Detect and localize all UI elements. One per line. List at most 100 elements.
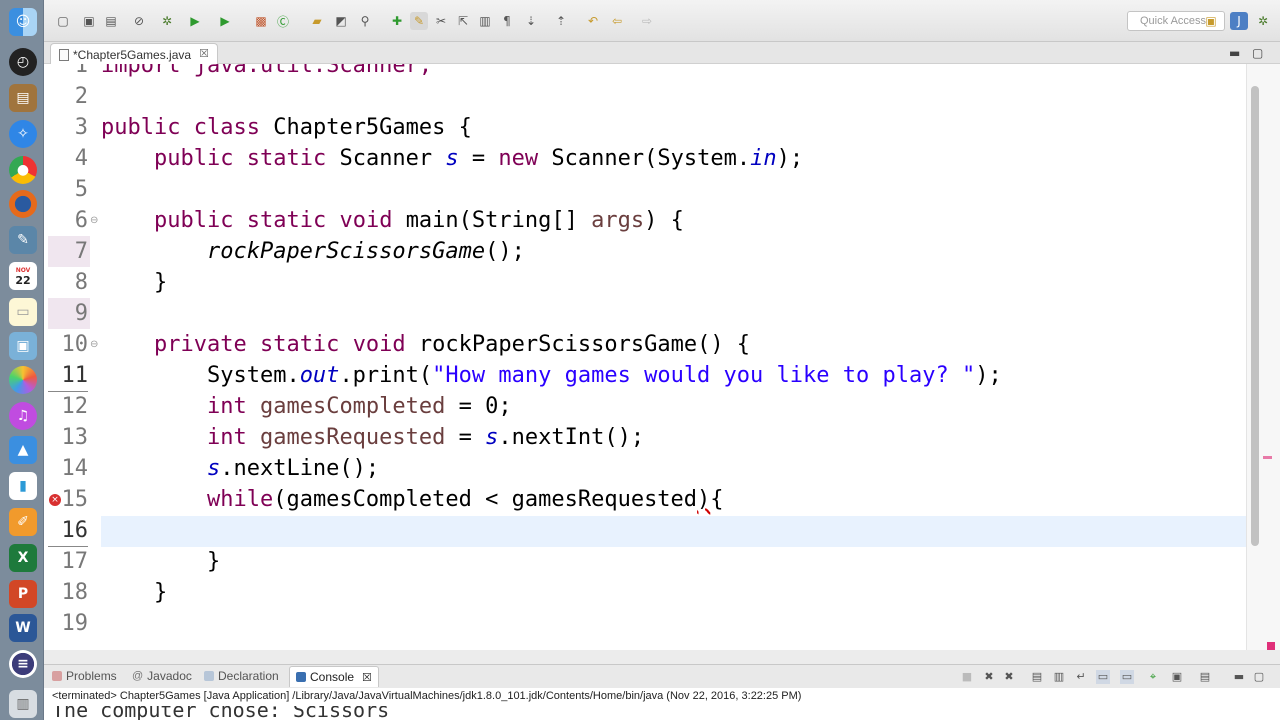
annotation-icon[interactable]: ✚	[388, 12, 406, 30]
at-icon: @	[132, 670, 144, 682]
code-line: 3 public class Chapter5Games {	[44, 112, 1256, 143]
prev-annotation-icon[interactable]: ⇡	[552, 12, 570, 30]
line-number: 4	[74, 146, 88, 171]
error-overview-box[interactable]	[1267, 642, 1275, 650]
run-icon[interactable]: ▶	[186, 12, 204, 30]
eclipse-icon[interactable]: ≡	[9, 650, 37, 678]
dock: ☺ ◴ ▤ ✧ ● ✎ NOV 22 ▭ ▣ ♫ ▲ ▮ ✐ X P W ≡ ▥	[0, 0, 44, 720]
pin-console-icon[interactable]: ⌖	[1146, 670, 1160, 684]
safari-icon[interactable]: ✧	[9, 120, 37, 148]
maximize-icon[interactable]: ▢	[1252, 670, 1266, 684]
excel-icon[interactable]: X	[9, 544, 37, 572]
code-line: 4 public static Scanner s = new Scanner(…	[44, 143, 1256, 174]
last-edit-icon[interactable]: ↶	[584, 12, 602, 30]
photo-icon[interactable]: ▣	[9, 332, 37, 360]
external-tools-icon[interactable]: ▩	[252, 12, 270, 30]
save-all-icon[interactable]: ▤	[102, 12, 120, 30]
finder-icon[interactable]: ☺	[9, 8, 37, 36]
problems-icon	[52, 671, 62, 681]
line-number: 11	[48, 360, 88, 392]
tab-javadoc[interactable]: @ Javadoc	[132, 669, 192, 683]
new-icon[interactable]: ▢	[54, 12, 72, 30]
itunes-icon[interactable]: ♫	[9, 402, 37, 430]
open-perspective-icon[interactable]: ▣	[1202, 12, 1220, 30]
search-icon[interactable]: ⚲	[356, 12, 374, 30]
forward-icon[interactable]: ⇨	[638, 12, 656, 30]
firefox-icon[interactable]	[9, 190, 37, 218]
open-console-icon[interactable]: ▤	[1198, 670, 1212, 684]
terminate-icon[interactable]: ■	[960, 670, 974, 684]
java-perspective-icon[interactable]: J	[1230, 12, 1248, 30]
open-type-icon[interactable]: ▰	[308, 12, 326, 30]
display-console-icon[interactable]: ▣	[1170, 670, 1184, 684]
console-text: The computer chose: Scissors	[52, 706, 390, 720]
powerpoint-icon[interactable]: P	[9, 580, 37, 608]
show-stdout-icon[interactable]: ▭	[1096, 670, 1110, 684]
code-text: int gamesRequested = s.nextInt();	[206, 425, 645, 450]
line-number: 7	[48, 236, 90, 267]
word-wrap-icon[interactable]: ✂	[432, 12, 450, 30]
code-text: int gamesCompleted = 0;	[206, 394, 512, 419]
numbers-icon[interactable]: ▮	[9, 472, 37, 500]
save-icon[interactable]: ▣	[80, 12, 98, 30]
minimize-icon[interactable]: ▬	[1229, 46, 1240, 60]
notes-icon[interactable]: ▤	[9, 84, 37, 112]
open-task-icon[interactable]: ◩	[332, 12, 350, 30]
back-icon[interactable]: ⇦	[608, 12, 626, 30]
show-stderr-icon[interactable]: ▭	[1120, 670, 1134, 684]
line-number: 15	[61, 487, 89, 512]
fold-icon[interactable]: ⊖	[90, 339, 98, 350]
word-wrap-console-icon[interactable]: ↵	[1074, 670, 1088, 684]
pilcrow-icon[interactable]: ¶	[498, 12, 516, 30]
line-number: 14	[61, 456, 89, 481]
block-select-icon[interactable]: ⇱	[454, 12, 472, 30]
keynote-icon[interactable]: ▲	[9, 436, 37, 464]
console-output[interactable]: The computer chose: Scissors	[44, 706, 1280, 720]
code-line: 9	[44, 298, 1256, 329]
show-whitespace-icon[interactable]: ▥	[476, 12, 494, 30]
code-line: 6 ⊖ public static void main(String[] arg…	[44, 205, 1256, 236]
fold-icon[interactable]: ⊖	[90, 215, 98, 226]
notepad-icon[interactable]: ▭	[9, 298, 37, 326]
next-annotation-icon[interactable]: ⇣	[522, 12, 540, 30]
console-status: <terminated> Chapter5Games [Java Applica…	[44, 688, 1280, 706]
clear-console-icon[interactable]: ▤	[1030, 670, 1044, 684]
mark-occurrences-icon[interactable]: ✎	[410, 12, 428, 30]
chrome-icon[interactable]: ●	[9, 156, 37, 184]
new-class-icon[interactable]: Ⓒ	[274, 12, 292, 30]
preview-icon[interactable]: ✎	[9, 226, 37, 254]
tab-console[interactable]: Console ☒	[289, 666, 379, 687]
remove-launch-icon[interactable]: ✖	[982, 670, 996, 684]
error-overview-marker[interactable]	[1263, 456, 1272, 459]
scrollbar-thumb[interactable]	[1251, 86, 1259, 546]
code-editor[interactable]: 1 import java.util.Scanner; 2 3 public c…	[44, 64, 1256, 650]
pages-icon[interactable]: ✐	[9, 508, 37, 536]
debug-perspective-icon[interactable]: ✲	[1254, 12, 1272, 30]
minimize-icon[interactable]: ▬	[1232, 670, 1246, 684]
scroll-lock-icon[interactable]: ▥	[1052, 670, 1066, 684]
word-icon[interactable]: W	[9, 614, 37, 642]
editor-tab[interactable]: *Chapter5Games.java ☒	[50, 43, 218, 64]
tab-problems[interactable]: Problems	[52, 669, 117, 683]
dashboard-icon[interactable]: ◴	[9, 48, 37, 76]
code-text: while(gamesCompleted < gamesRequested){	[206, 487, 724, 512]
tab-declaration[interactable]: Declaration	[204, 669, 279, 683]
close-icon[interactable]: ☒	[362, 671, 372, 684]
maximize-icon[interactable]: ▢	[1252, 46, 1263, 60]
remove-all-icon[interactable]: ✖	[1002, 670, 1016, 684]
coverage-icon[interactable]: ▶	[216, 12, 234, 30]
line-number: 8	[74, 270, 88, 295]
code-text: }	[206, 549, 221, 574]
close-icon[interactable]: ☒	[199, 47, 209, 60]
editor-vertical-scrollbar[interactable]	[1246, 64, 1280, 650]
line-number: 2	[74, 84, 88, 109]
calendar-icon[interactable]: NOV 22	[9, 262, 37, 290]
photos-icon[interactable]	[9, 366, 37, 394]
declaration-icon	[204, 671, 214, 681]
line-number: 3	[74, 115, 88, 140]
code-line: 19	[44, 608, 1256, 639]
trash-icon[interactable]: ▥	[9, 690, 37, 718]
skip-breakpoints-icon[interactable]: ⊘	[130, 12, 148, 30]
debug-icon[interactable]: ✲	[158, 12, 176, 30]
line-number: 1	[74, 64, 88, 78]
